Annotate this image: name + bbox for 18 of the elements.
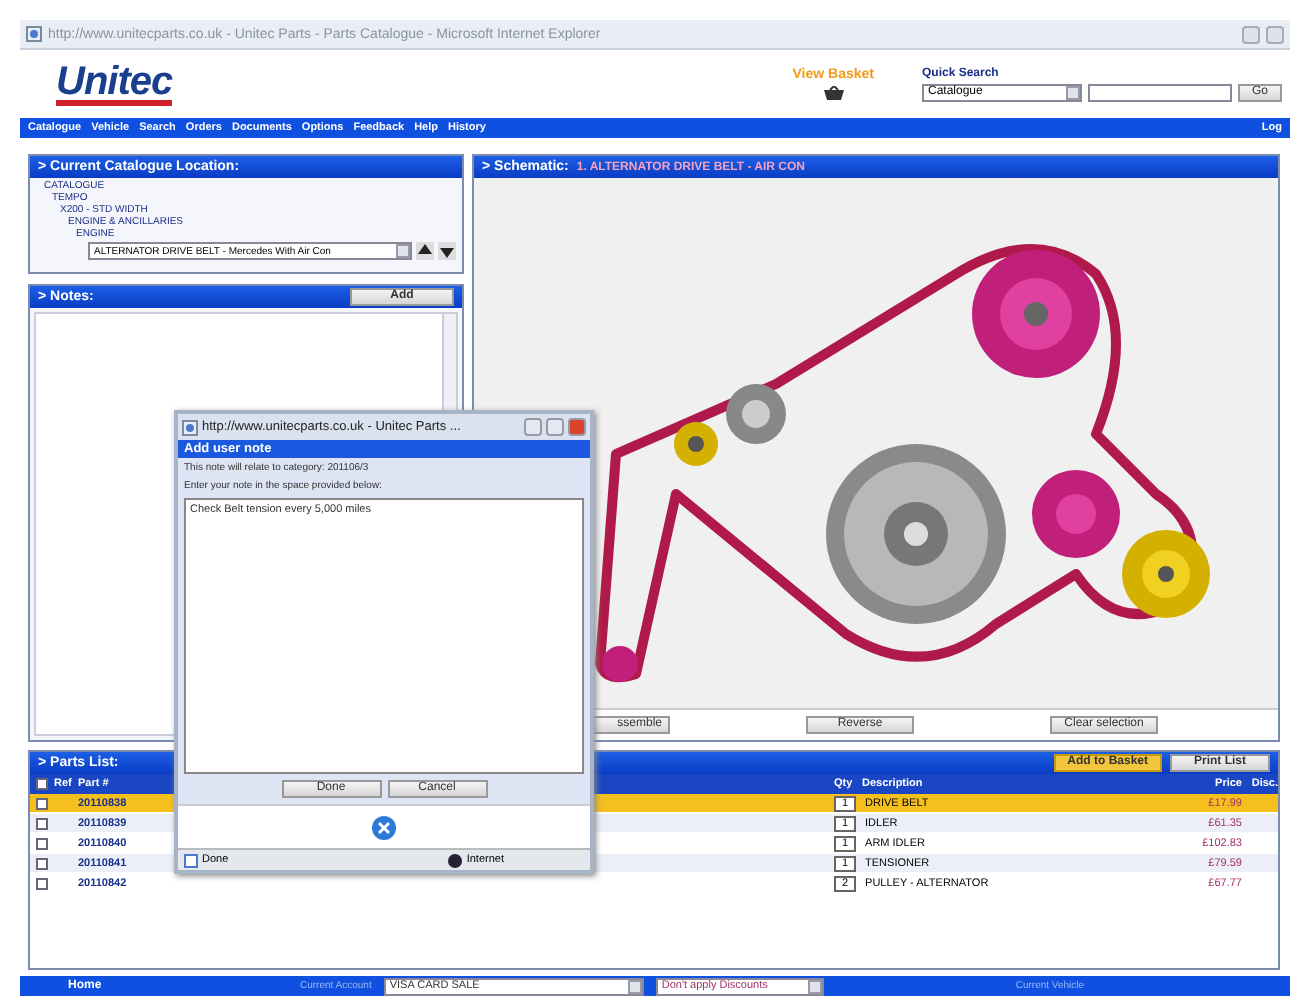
close-icon[interactable]: [372, 815, 396, 839]
select-all-checkbox[interactable]: [36, 778, 48, 790]
row-checkbox[interactable]: [36, 857, 48, 869]
row-checkbox[interactable]: [36, 817, 48, 829]
browser-icon: [182, 419, 198, 435]
search-field[interactable]: [1087, 83, 1232, 101]
down-arrow-icon[interactable]: [438, 242, 456, 260]
up-arrow-icon[interactable]: [416, 242, 434, 260]
globe-icon: [448, 853, 463, 867]
belt-drive-drawing[interactable]: [595, 243, 1210, 682]
unitec-logo[interactable]: Unitec: [56, 63, 173, 105]
row-checkbox[interactable]: [36, 877, 48, 889]
browser-icon: [26, 26, 42, 42]
row-checkbox[interactable]: [36, 797, 48, 809]
basket-icon[interactable]: [823, 86, 844, 100]
page-icon: [184, 853, 198, 867]
close-button[interactable]: [568, 418, 586, 436]
row-checkbox[interactable]: [36, 837, 48, 849]
